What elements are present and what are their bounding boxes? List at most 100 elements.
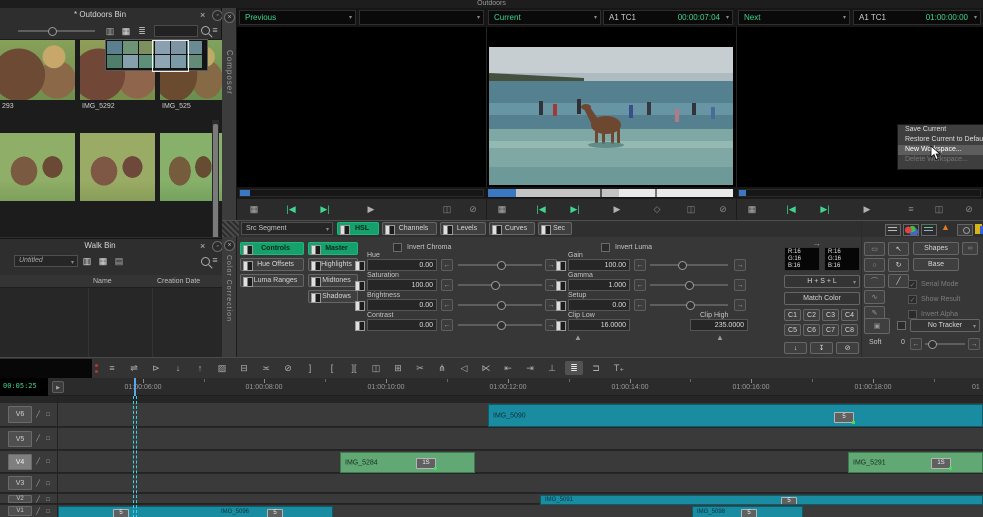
next-edit-icon[interactable]: ⇥ (521, 361, 539, 375)
render-effect-icon[interactable]: ⊘ (279, 361, 297, 375)
clip-name[interactable]: 293 (2, 103, 14, 110)
gain-dec-button[interactable]: ← (634, 259, 646, 271)
pencil-icon[interactable]: ╱ (33, 505, 43, 517)
curve-tool[interactable]: ⌒ (864, 274, 885, 288)
effect-badge[interactable]: 5 (267, 509, 283, 517)
serial-mode-checkbox[interactable]: ✓ (908, 280, 917, 289)
saturation-value[interactable]: 100.00 (367, 279, 437, 291)
group-midtones[interactable]: Midtones (308, 274, 358, 287)
pencil-icon[interactable]: ╱ (33, 408, 43, 422)
next-monitor-menu[interactable]: Next ▾ (738, 10, 850, 25)
frame-view-icon[interactable]: ▥ (103, 24, 117, 38)
setup-inc-button[interactable]: → (734, 299, 746, 311)
monitor-box-icon[interactable]: □ (43, 455, 53, 469)
gain-inc-button[interactable]: → (734, 259, 746, 271)
invert-luma-checkbox[interactable] (601, 243, 610, 252)
menu-item-save-current[interactable]: Save Current (898, 125, 983, 135)
group-luma-ranges[interactable]: Luma Ranges (240, 274, 304, 287)
hue-slider-handle[interactable] (497, 261, 506, 270)
video-quality-icon[interactable]: ▨ (213, 361, 231, 375)
contrast-value[interactable]: 0.00 (367, 319, 437, 331)
tab-curves[interactable]: Curves (489, 222, 535, 235)
contrast-enable-toggle[interactable] (355, 321, 365, 331)
hue-dec-button[interactable]: ← (441, 259, 453, 271)
timeline-clip-img5096[interactable]: 5 IMG_5096 5 (58, 506, 333, 517)
rgb-swatch-source[interactable]: R:16 G:16 B:16 (784, 247, 820, 271)
clip-thumbnail[interactable] (80, 133, 155, 201)
setup-value[interactable]: 0.00 (568, 299, 630, 311)
next-position-bar[interactable] (738, 189, 981, 197)
cut-icon[interactable]: ✂ (411, 361, 429, 375)
overwrite-icon[interactable]: ↓ (169, 361, 187, 375)
color-wheels-icon[interactable] (903, 224, 919, 236)
brightness-slider-handle[interactable] (497, 301, 506, 310)
script-view-icon[interactable]: ≣ (135, 24, 149, 38)
mark-clip-icon[interactable]: ][ (345, 361, 363, 375)
saturation-enable-toggle[interactable] (355, 281, 365, 291)
monitor-box-icon[interactable]: □ (43, 505, 53, 517)
setup-slider[interactable] (650, 304, 728, 306)
track-button-v6[interactable]: V6 (8, 406, 32, 423)
timeline-clip-img5098[interactable]: IMG_5098 5 (692, 506, 803, 517)
menu-icon[interactable]: ≡ (902, 202, 920, 216)
hue-enable-toggle[interactable] (355, 261, 365, 271)
brief-view-icon[interactable]: ▦ (119, 24, 133, 38)
thumb-size-slider[interactable] (18, 30, 95, 32)
tab-sec[interactable]: Sec (538, 222, 572, 235)
no-video-icon[interactable]: ⊘ (960, 202, 978, 216)
saturation-slider[interactable] (458, 284, 542, 286)
soft-inc-button[interactable]: → (968, 338, 980, 350)
correction-slot-c7[interactable]: C7 (822, 324, 839, 336)
gamma-inc-button[interactable]: → (734, 279, 746, 291)
group-controls[interactable]: Controls (240, 242, 304, 255)
timeline-clip-img5091[interactable]: IMG_5091 5 (540, 495, 983, 505)
previous-monitor-menu[interactable]: Previous ▾ (239, 10, 356, 25)
warning-icon[interactable]: ▲ (941, 222, 950, 232)
grid-icon[interactable]: ▦ (245, 202, 263, 216)
pointer-tool[interactable]: ↖ (888, 242, 909, 256)
gamma-slider-handle[interactable] (685, 281, 694, 290)
soft-slider[interactable] (925, 343, 965, 345)
rectangle-tool[interactable]: ▭ (864, 242, 885, 256)
clip-thumbnail[interactable] (0, 40, 75, 100)
effect-badge[interactable]: 1S (931, 458, 951, 469)
rgb-swatch-target[interactable]: R:16 G:16 B:16 (824, 247, 860, 271)
correction-slot-c3[interactable]: C3 (822, 309, 839, 321)
no-video-icon[interactable]: ⊘ (464, 202, 482, 216)
scrollbar-thumb[interactable] (213, 124, 218, 237)
add-edit-icon[interactable]: ◫ (367, 361, 385, 375)
segment-overwrite-icon[interactable]: ≣ (565, 361, 583, 375)
lasso-tool[interactable]: ∿ (864, 290, 885, 304)
bin-menu-icon[interactable]: ≡ (209, 23, 221, 37)
segment-dropdown[interactable]: Src Segment ▾ (241, 222, 333, 235)
gamma-slider[interactable] (650, 284, 728, 286)
column-header-name[interactable]: Name (93, 278, 112, 285)
monitor-box-icon[interactable]: □ (43, 477, 53, 491)
clip-thumbnail[interactable] (0, 133, 75, 201)
match-color-button[interactable]: Match Color (784, 292, 860, 305)
cc-pane-tab[interactable]: Color Correction (225, 255, 232, 322)
play-reverse-icon[interactable]: ◁ (455, 361, 473, 375)
effect-mode-icon[interactable]: ⊟ (235, 361, 253, 375)
grid-icon[interactable]: ▦ (493, 202, 511, 216)
thumb-size-slider-handle[interactable] (48, 27, 57, 36)
brightness-enable-toggle[interactable] (355, 301, 365, 311)
timecode-menu-button[interactable]: ▶ (52, 381, 64, 393)
timeline-name-box[interactable] (0, 359, 92, 378)
previous-position-bar[interactable] (239, 189, 484, 197)
gain-slider[interactable] (650, 264, 728, 266)
grid-icon[interactable]: ⊞ (389, 361, 407, 375)
frame-view-icon[interactable]: ▥ (80, 254, 94, 268)
filmstrip-overlay[interactable] (105, 39, 208, 71)
base-button[interactable]: Base (913, 258, 959, 271)
previous-monitor-menu-2[interactable]: ▾ (359, 10, 484, 25)
bin-menu-icon[interactable]: ≡ (209, 253, 221, 267)
clip-low-enable-toggle[interactable] (556, 321, 566, 331)
no-video-icon[interactable]: ⊘ (714, 202, 732, 216)
track-button-v2[interactable]: V2 (8, 495, 32, 503)
pencil-icon[interactable]: ╱ (33, 432, 43, 446)
bin-preset-dropdown[interactable]: Untitled ▾ (14, 255, 78, 267)
eyedropper-bar-button[interactable]: ↧ (810, 342, 833, 354)
fast-menu-icon[interactable]: ≡ (103, 361, 121, 375)
step-forward-icon[interactable]: ▶| (316, 202, 334, 216)
